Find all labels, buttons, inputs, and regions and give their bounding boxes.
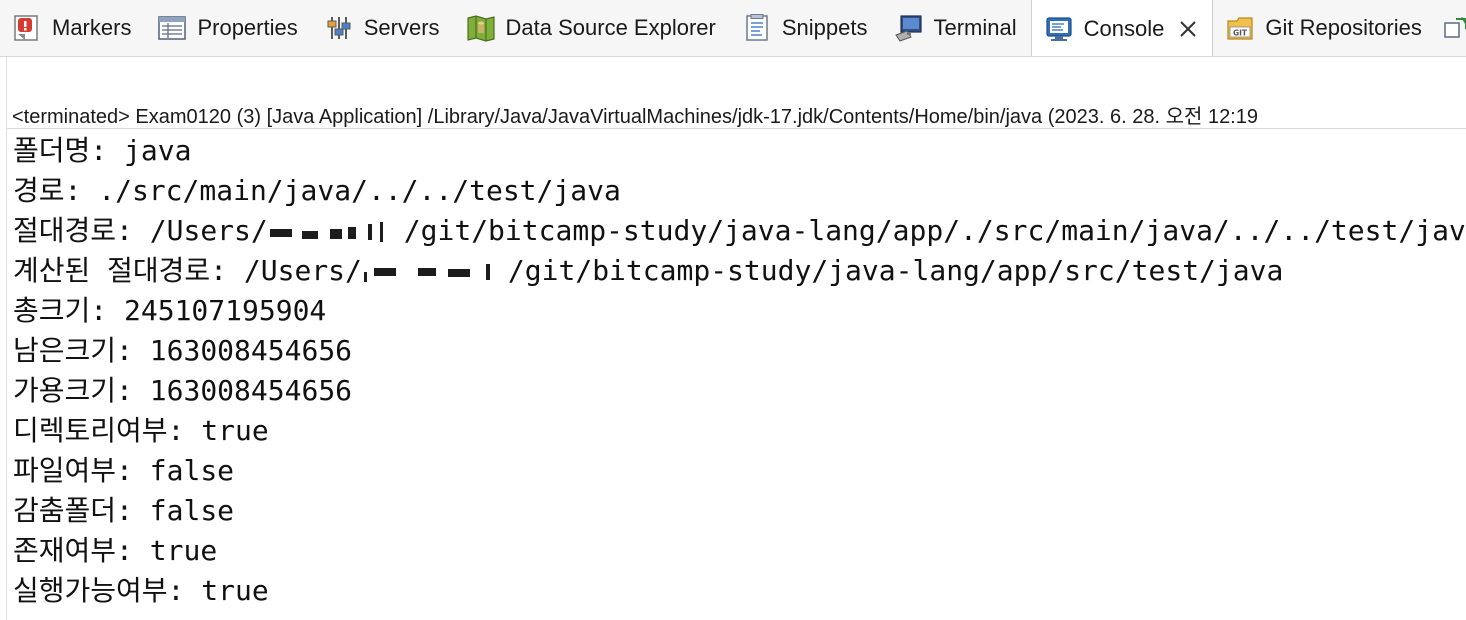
console-window: Markers Properties Servers Data Source E… — [0, 0, 1466, 620]
tab-console[interactable]: Console — [1030, 0, 1214, 56]
tab-label: Servers — [363, 15, 440, 40]
output-text: /git/bitcamp-study/java-lang/app/src/tes… — [507, 254, 1284, 287]
git-repositories-icon: GIT — [1227, 17, 1253, 40]
tab-servers[interactable]: Servers — [312, 0, 454, 56]
properties-icon — [158, 16, 187, 40]
tab-data-source-explorer[interactable]: Data Source Explorer — [454, 0, 730, 56]
output-line: 계산된 절대경로: /Users/ /git/bitcamp-study/java… — [13, 251, 1466, 291]
tab-overflow[interactable] — [1436, 0, 1466, 56]
console-output: 폴더명: java 경로: ./src/main/java/../../test… — [13, 131, 1466, 611]
output-line: 경로: ./src/main/java/../../test/java — [13, 174, 621, 207]
redaction-mark — [267, 220, 404, 244]
console-icon — [1046, 16, 1072, 41]
output-line: 절대경로: /Users/ /git/bitcamp-study/java-lan… — [13, 211, 1466, 251]
terminal-icon — [895, 15, 923, 42]
output-line: 감춤폴더: false — [13, 494, 235, 527]
tab-terminal[interactable]: Terminal — [881, 0, 1030, 56]
tab-markers[interactable]: Markers — [0, 0, 145, 56]
tab-label: Terminal — [933, 15, 1017, 40]
view-tab-bar: Markers Properties Servers Data Source E… — [0, 0, 1466, 57]
divider — [7, 128, 1466, 129]
process-status: <terminated> Exam0120 (3) [Java Applicat… — [12, 106, 1258, 128]
overflow-view-icon — [1444, 17, 1466, 38]
tab-label: Console — [1083, 15, 1165, 41]
output-text: 절대경로: /Users/ — [13, 214, 268, 247]
tab-label: Markers — [52, 15, 132, 40]
output-line: 존재여부: true — [13, 534, 218, 567]
output-line: 디렉토리여부: true — [13, 414, 269, 447]
tab-label: Properties — [197, 15, 298, 40]
servers-icon — [327, 17, 351, 39]
output-line: 폴더명: java — [13, 134, 192, 167]
redaction-mark — [361, 260, 508, 284]
data-source-explorer-icon — [466, 15, 495, 42]
tab-snippets[interactable]: Snippets — [730, 0, 882, 56]
tab-label: Data Source Explorer — [505, 15, 716, 40]
output-line: 실행가능여부: true — [13, 574, 269, 607]
close-icon[interactable] — [1178, 19, 1198, 39]
output-line: 총크기: 245107195904 — [13, 294, 327, 327]
tab-label: Git Repositories — [1265, 15, 1422, 40]
tab-git-repositories[interactable]: GIT Git Repositories — [1213, 0, 1436, 56]
svg-text:GIT: GIT — [1233, 29, 1248, 38]
console-view[interactable]: <terminated> Exam0120 (3) [Java Applicat… — [6, 57, 1466, 620]
output-line: 남은크기: 163008454656 — [13, 334, 353, 367]
markers-icon — [14, 15, 38, 41]
snippets-icon — [746, 14, 768, 41]
tab-label: Snippets — [781, 15, 868, 40]
tab-properties[interactable]: Properties — [145, 0, 311, 56]
output-text: /git/bitcamp-study/java-lang/app/./src/m… — [403, 214, 1466, 247]
output-line: 파일여부: false — [13, 454, 235, 487]
output-line: 가용크기: 163008454656 — [13, 374, 353, 407]
output-text: 계산된 절대경로: /Users/ — [13, 254, 362, 287]
